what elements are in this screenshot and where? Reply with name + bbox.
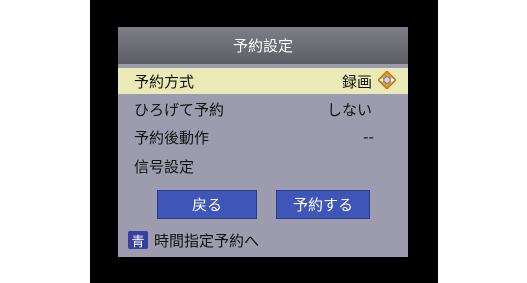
row-signal-settings[interactable]: 信号設定 (118, 153, 408, 179)
row-value: 録画 (341, 72, 372, 91)
row-label: 予約方式 (134, 72, 195, 91)
back-button-label: 戻る (191, 196, 222, 214)
row-reservation-method[interactable]: 予約方式 録画 (118, 68, 408, 94)
back-button[interactable]: 戻る (157, 190, 257, 219)
row-post-reservation-action[interactable]: 予約後動作 -- (118, 124, 408, 150)
row-value: -- (363, 128, 374, 146)
row-label: ひろげて予約 (134, 100, 225, 119)
dialog-title-text: 予約設定 (232, 37, 293, 55)
reservation-settings-dialog: 予約設定 予約方式 録画 ひろげて予約 しない 予約後動作 -- 信号設定 戻る… (118, 27, 408, 257)
footer-hint: 青 時間指定予約へ (128, 229, 259, 251)
row-value: しない (326, 100, 372, 119)
dialog-title: 予約設定 (118, 27, 408, 64)
row-extended-reservation[interactable]: ひろげて予約 しない (118, 96, 408, 122)
row-label: 信号設定 (134, 157, 195, 176)
row-label: 予約後動作 (134, 128, 210, 147)
reserve-button-label: 予約する (292, 196, 353, 214)
left-right-arrow-diamond-icon[interactable] (378, 71, 396, 89)
blue-key-icon: 青 (128, 231, 148, 250)
reserve-button[interactable]: 予約する (276, 190, 370, 219)
footer-hint-text: 時間指定予約へ (154, 231, 260, 250)
